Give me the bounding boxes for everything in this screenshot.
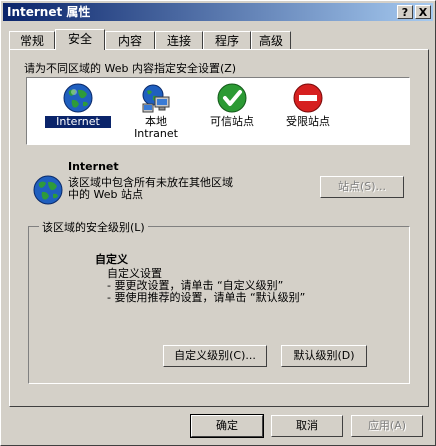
zone-list[interactable]: Internet 本地 Intranet 可信站点 受限站点 [26, 77, 410, 145]
zone-internet-label: Internet [44, 115, 112, 129]
trusted-sites-icon [216, 82, 248, 114]
tab-general[interactable]: 常规 [9, 31, 55, 49]
selected-zone-desc-line2: 中的 Web 站点 [68, 188, 143, 201]
zone-local-intranet-label: 本地 Intranet [134, 115, 178, 140]
custom-level-button[interactable]: 自定义级别(C)... [163, 345, 267, 367]
sites-button[interactable]: 站点(S)... [320, 176, 404, 198]
tab-security[interactable]: 安全 [55, 29, 105, 50]
tab-content[interactable]: 内容 [105, 31, 155, 49]
zone-trusted-sites-label: 可信站点 [210, 115, 254, 128]
ok-button[interactable]: 确定 [190, 414, 264, 438]
close-button[interactable]: X [415, 5, 431, 19]
zone-restricted-sites-label: 受限站点 [286, 115, 330, 128]
local-intranet-icon [140, 82, 172, 114]
restricted-sites-icon [292, 82, 324, 114]
tab-programs[interactable]: 程序 [203, 31, 251, 49]
internet-properties-window: Internet 属性 ? X 常规 安全 内容 连接 程序 高级 请为不同区域… [0, 0, 436, 446]
zone-prompt: 请为不同区域的 Web 内容指定安全设置(Z) [24, 62, 237, 75]
tab-connections[interactable]: 连接 [155, 31, 203, 49]
zone-restricted-sites[interactable]: 受限站点 [275, 82, 341, 128]
security-level-group-label: 该区域的安全级别(L) [39, 219, 148, 235]
globe-icon [32, 174, 64, 206]
security-level-line3: - 要使用推荐的设置，请单击 “默认级别” [107, 291, 306, 304]
cancel-button[interactable]: 取消 [271, 415, 343, 437]
zone-internet[interactable]: Internet [44, 82, 112, 129]
selected-zone-name: Internet [68, 160, 119, 173]
help-button[interactable]: ? [397, 5, 413, 19]
security-level-group: 该区域的安全级别(L) 自定义 自定义设置 - 要更改设置，请单击 “自定义级别… [28, 219, 410, 384]
security-tab-panel: 请为不同区域的 Web 内容指定安全设置(Z) Internet 本地 Intr… [9, 49, 429, 407]
title-bar[interactable]: Internet 属性 ? X [3, 3, 433, 21]
default-level-button[interactable]: 默认级别(D) [281, 345, 367, 367]
globe-icon [62, 82, 94, 114]
tab-advanced[interactable]: 高级 [251, 31, 291, 49]
zone-trusted-sites[interactable]: 可信站点 [199, 82, 265, 128]
window-title: Internet 属性 [7, 5, 91, 19]
zone-local-intranet[interactable]: 本地 Intranet [123, 82, 189, 140]
apply-button[interactable]: 应用(A) [351, 415, 423, 437]
